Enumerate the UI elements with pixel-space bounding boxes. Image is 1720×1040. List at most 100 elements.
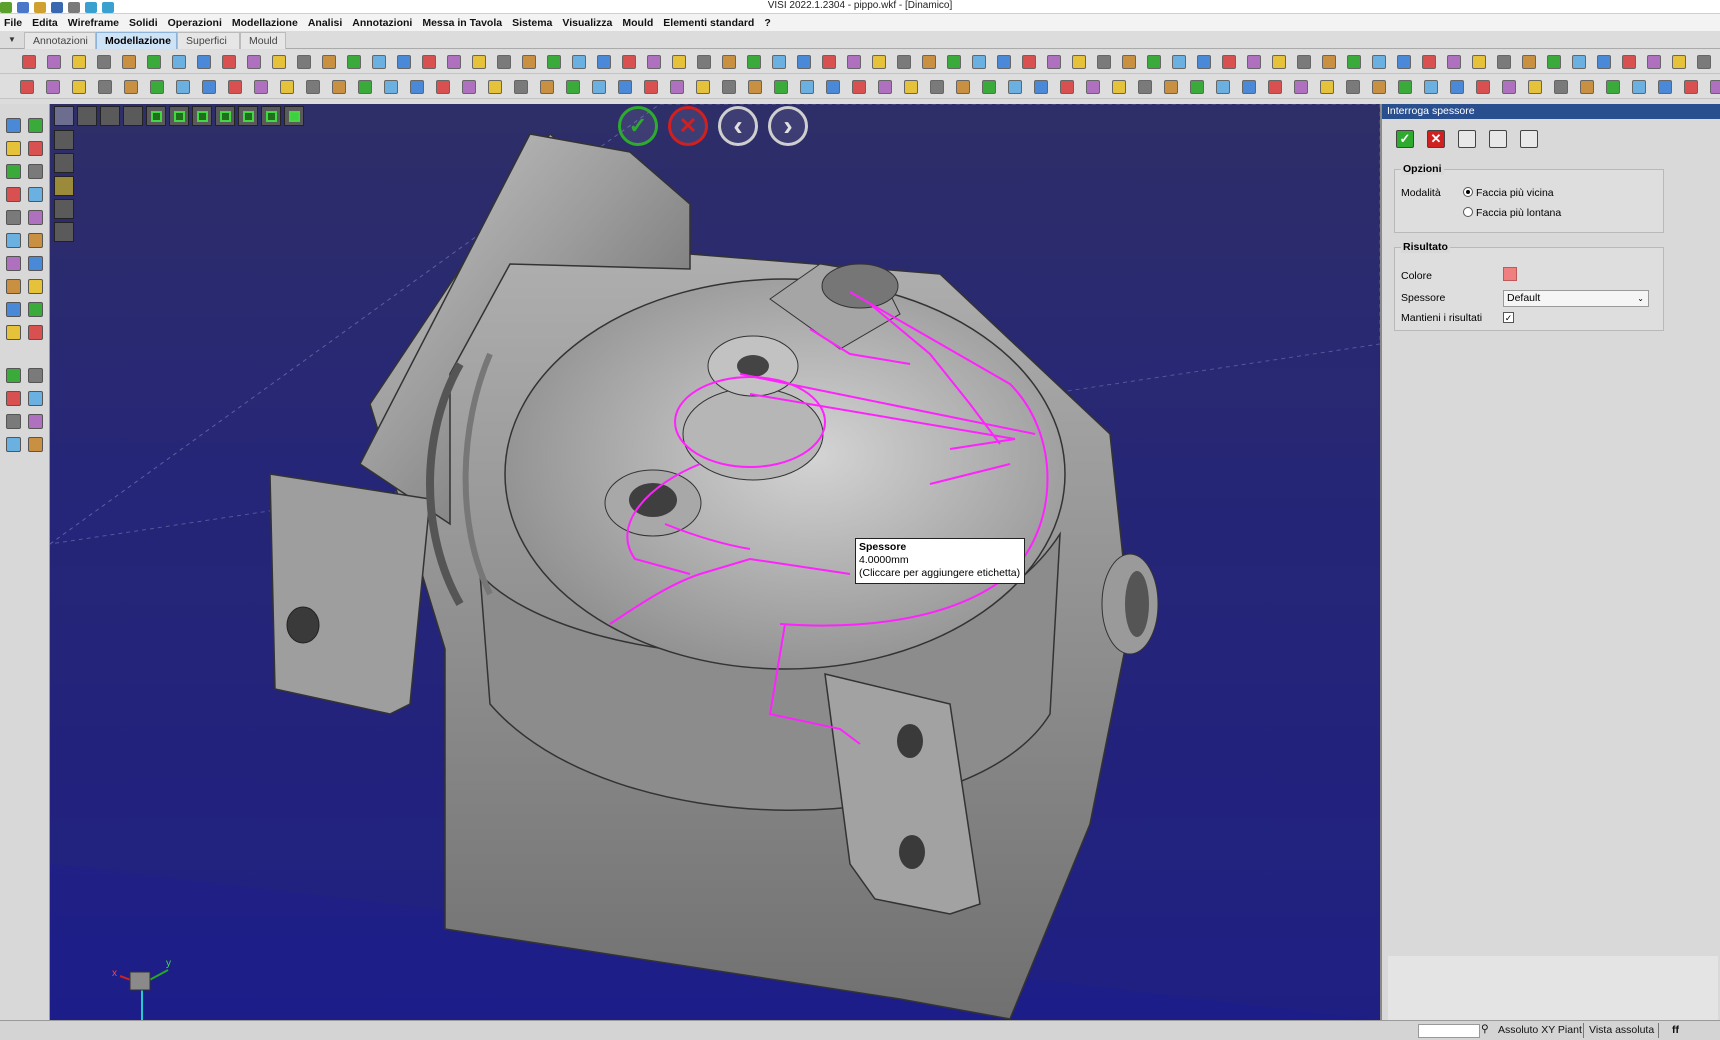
- tool-icon[interactable]: [462, 80, 476, 94]
- tool-icon[interactable]: [1472, 55, 1486, 69]
- tool-icon[interactable]: [847, 55, 861, 69]
- tool-icon[interactable]: [618, 80, 632, 94]
- tool-icon[interactable]: [306, 80, 320, 94]
- thickness-tooltip[interactable]: Spessore 4.0000mm (Cliccare per aggiunge…: [855, 538, 1025, 584]
- tool-icon[interactable]: [197, 55, 211, 69]
- tool-icon[interactable]: [1528, 80, 1542, 94]
- tool-icon[interactable]: [1034, 80, 1048, 94]
- tool-icon[interactable]: [1522, 55, 1536, 69]
- panel-accept-button[interactable]: ✓: [1396, 130, 1414, 148]
- tool-icon[interactable]: [956, 80, 970, 94]
- menu-operazioni[interactable]: Operazioni: [168, 17, 222, 29]
- zoom-window-button[interactable]: [100, 106, 120, 126]
- tool-icon[interactable]: [150, 80, 164, 94]
- tool-icon[interactable]: [1447, 55, 1461, 69]
- tool-icon[interactable]: [72, 80, 86, 94]
- tool-icon[interactable]: [1632, 80, 1646, 94]
- tool-icon[interactable]: [1060, 80, 1074, 94]
- tool-icon[interactable]: [488, 80, 502, 94]
- tool-icon[interactable]: [644, 80, 658, 94]
- tool-icon[interactable]: [28, 187, 43, 202]
- tool-icon[interactable]: [1422, 55, 1436, 69]
- tool-icon[interactable]: [122, 55, 136, 69]
- tool-icon[interactable]: [822, 55, 836, 69]
- tool-icon[interactable]: [1297, 55, 1311, 69]
- accept-button[interactable]: ✓: [618, 106, 658, 146]
- tool-icon[interactable]: [397, 55, 411, 69]
- tool-icon[interactable]: [1697, 55, 1711, 69]
- tool-icon[interactable]: [202, 80, 216, 94]
- menu-messa-in-tavola[interactable]: Messa in Tavola: [422, 17, 502, 29]
- next-button[interactable]: ›: [768, 106, 808, 146]
- tool-icon[interactable]: [447, 55, 461, 69]
- tool-icon[interactable]: [1622, 55, 1636, 69]
- tool-icon[interactable]: [826, 80, 840, 94]
- tool-icon[interactable]: [28, 210, 43, 225]
- tool-icon[interactable]: [6, 164, 21, 179]
- tool-icon[interactable]: [332, 80, 346, 94]
- tab-superfici[interactable]: Superfici: [177, 32, 240, 49]
- tool-icon[interactable]: [28, 118, 43, 133]
- tool-icon[interactable]: [514, 80, 528, 94]
- tool-icon[interactable]: [1172, 55, 1186, 69]
- tool-icon[interactable]: [172, 55, 186, 69]
- tab-modellazione[interactable]: Modellazione: [96, 32, 177, 49]
- menu-visualizza[interactable]: Visualizza: [562, 17, 612, 29]
- tool-icon[interactable]: [800, 80, 814, 94]
- tool-icon[interactable]: [852, 80, 866, 94]
- tool-icon[interactable]: [872, 55, 886, 69]
- tool-icon[interactable]: [384, 80, 398, 94]
- tool-icon[interactable]: [6, 187, 21, 202]
- menu-analisi[interactable]: Analisi: [308, 17, 342, 29]
- tool-icon[interactable]: [28, 164, 43, 179]
- tool-icon[interactable]: [722, 55, 736, 69]
- radio-button[interactable]: [1463, 207, 1473, 217]
- tool-icon[interactable]: [1647, 55, 1661, 69]
- tool-icon[interactable]: [1502, 80, 1516, 94]
- tool-icon[interactable]: [1320, 80, 1334, 94]
- tool-icon[interactable]: [997, 55, 1011, 69]
- tool-icon[interactable]: [347, 55, 361, 69]
- tool-icon[interactable]: [1247, 55, 1261, 69]
- menu-wireframe[interactable]: Wireframe: [68, 17, 119, 29]
- tool-icon[interactable]: [1710, 80, 1720, 94]
- chevron-down-icon[interactable]: ▼: [4, 33, 20, 47]
- tool-icon[interactable]: [930, 80, 944, 94]
- tool-icon[interactable]: [28, 233, 43, 248]
- keep-results-checkbox[interactable]: ✓: [1503, 312, 1514, 323]
- tool-icon[interactable]: [22, 55, 36, 69]
- tool-icon[interactable]: [6, 368, 21, 383]
- tool-icon[interactable]: [1658, 80, 1672, 94]
- tab-annotazioni[interactable]: Annotazioni: [24, 32, 96, 49]
- tool-icon[interactable]: [28, 302, 43, 317]
- tool-icon[interactable]: [722, 80, 736, 94]
- menu-elementi-standard[interactable]: Elementi standard: [663, 17, 754, 29]
- tool-icon[interactable]: [1008, 80, 1022, 94]
- tool-icon[interactable]: [897, 55, 911, 69]
- tool-icon[interactable]: [410, 80, 424, 94]
- tool-icon[interactable]: [772, 55, 786, 69]
- tool-icon[interactable]: [124, 80, 138, 94]
- tool-icon[interactable]: [1216, 80, 1230, 94]
- search-input[interactable]: [1418, 1024, 1480, 1038]
- menu-annotazioni[interactable]: Annotazioni: [352, 17, 412, 29]
- tool-icon[interactable]: [1190, 80, 1204, 94]
- shading-mode-button[interactable]: [54, 199, 74, 219]
- tool-icon[interactable]: [1424, 80, 1438, 94]
- menu-solidi[interactable]: Solidi: [129, 17, 158, 29]
- tool-icon[interactable]: [622, 55, 636, 69]
- tool-icon[interactable]: [6, 391, 21, 406]
- tool-icon[interactable]: [47, 55, 61, 69]
- tool-icon[interactable]: [1450, 80, 1464, 94]
- tool-icon[interactable]: [28, 391, 43, 406]
- tool-icon[interactable]: [1554, 80, 1568, 94]
- tool-icon[interactable]: [28, 368, 43, 383]
- tool-icon[interactable]: [28, 325, 43, 340]
- tool-icon[interactable]: [1097, 55, 1111, 69]
- tool-icon[interactable]: [98, 80, 112, 94]
- tool-icon[interactable]: [1242, 80, 1256, 94]
- tool-icon[interactable]: [6, 256, 21, 271]
- tool-icon[interactable]: [1497, 55, 1511, 69]
- tool-icon[interactable]: [6, 279, 21, 294]
- tool-icon[interactable]: [372, 55, 386, 69]
